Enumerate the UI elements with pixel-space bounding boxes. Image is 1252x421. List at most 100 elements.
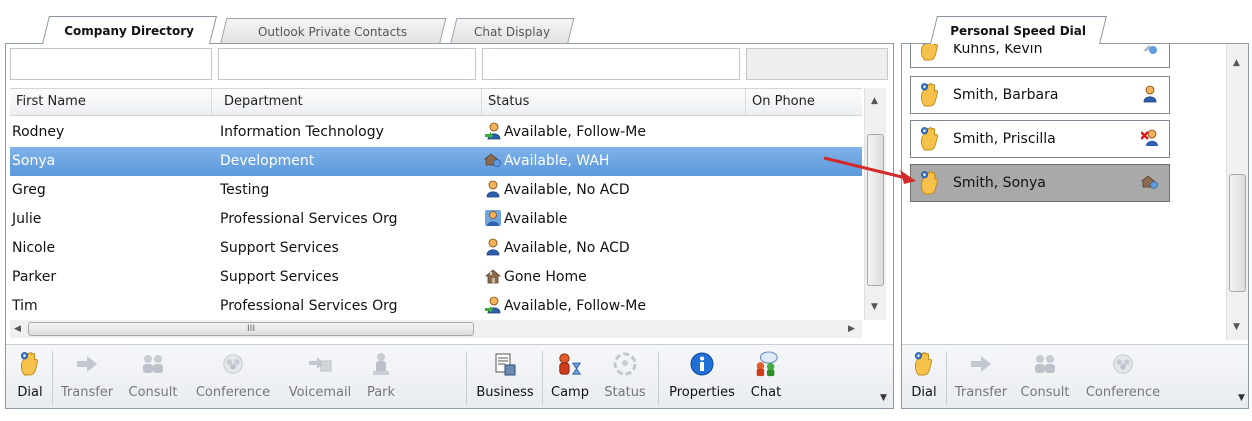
speed-dial-list: Kuhns, Kevin Smith, Barbara Smith, Prisc… <box>902 44 1224 342</box>
column-header-department[interactable]: Department <box>218 89 482 115</box>
scroll-down-icon[interactable]: ▼ <box>871 302 878 312</box>
first-name-cell: Julie <box>12 211 42 227</box>
info-icon <box>690 352 714 376</box>
status-text: Available, No ACD <box>504 182 630 198</box>
tab-outlook-private-contacts[interactable]: Outlook Private Contacts <box>220 18 447 44</box>
directory-row[interactable]: Greg Testing Available, No ACD <box>10 176 862 205</box>
dial-button[interactable]: Dial <box>906 349 942 407</box>
business-label: Business <box>476 385 534 400</box>
hand-phone-icon <box>919 125 941 153</box>
directory-row[interactable]: Julie Professional Services Org Availabl… <box>10 205 862 234</box>
toolbar-separator <box>658 351 659 405</box>
consult-icon <box>1035 355 1055 373</box>
tab-chat-display[interactable]: Chat Display <box>450 18 575 44</box>
home-work-icon <box>1141 173 1159 191</box>
status-text: Available, No ACD <box>504 240 630 256</box>
park-button[interactable]: Park <box>360 349 402 407</box>
annotation-arrow <box>823 156 916 184</box>
phone-status-icon <box>1141 44 1159 57</box>
toolbar-overflow-icon[interactable]: ▼ <box>1238 393 1245 403</box>
transfer-button[interactable]: Transfer <box>58 349 116 407</box>
scroll-left-icon[interactable]: ◀ <box>14 324 21 334</box>
toolbar-separator <box>52 351 53 405</box>
consult-button[interactable]: Consult <box>124 349 182 407</box>
speed-dial-item[interactable]: Kuhns, Kevin <box>910 44 1170 68</box>
conference-label: Conference <box>195 385 271 400</box>
status-cell: Available, Follow-Me <box>484 292 646 321</box>
speed-dial-item[interactable]: Smith, Barbara <box>910 76 1170 114</box>
chat-label: Chat <box>750 385 782 400</box>
directory-row[interactable]: Tim Professional Services Org Available,… <box>10 292 862 321</box>
column-header-first-name[interactable]: First Name <box>10 89 212 115</box>
scroll-up-icon[interactable]: ▲ <box>871 96 878 106</box>
tab-company-directory[interactable]: Company Directory <box>42 16 217 44</box>
speed-dial-vertical-scrollbar[interactable]: ▲ ▼ <box>1226 44 1248 340</box>
arrow-right-icon <box>971 356 991 372</box>
status-text: Available, WAH <box>504 153 610 169</box>
department-cell: Development <box>220 153 315 169</box>
hand-phone-icon <box>919 44 941 63</box>
chat-button[interactable]: Chat <box>744 349 788 407</box>
properties-button[interactable]: Properties <box>664 349 740 407</box>
consult-button[interactable]: Consult <box>1016 349 1074 407</box>
consult-label: Consult <box>128 385 178 400</box>
status-cell: Available, No ACD <box>484 176 630 205</box>
speed-dial-item-highlighted[interactable]: Smith, Sonya <box>910 164 1170 202</box>
directory-horizontal-scrollbar[interactable]: ◀ III ▶ <box>10 320 862 338</box>
business-card-icon <box>495 353 516 376</box>
filter-status-input[interactable] <box>482 48 740 80</box>
consult-label: Consult <box>1020 385 1070 400</box>
scroll-up-icon[interactable]: ▲ <box>1233 58 1240 68</box>
filter-on-phone-input[interactable] <box>746 48 888 80</box>
voicemail-button[interactable]: Voicemail <box>282 349 358 407</box>
conference-icon <box>1113 354 1133 374</box>
scroll-down-icon[interactable]: ▼ <box>1233 322 1240 332</box>
directory-header: First Name Department Status On Phone <box>10 88 862 116</box>
arrow-right-icon <box>77 356 97 372</box>
user-icon <box>1141 85 1159 103</box>
status-icon <box>613 352 637 376</box>
camp-button[interactable]: Camp <box>548 349 592 407</box>
speed-dial-item[interactable]: Smith, Priscilla <box>910 120 1170 158</box>
directory-row-selected[interactable]: Sonya Development Available, WAH <box>10 147 862 176</box>
horizontal-scroll-thumb[interactable]: III <box>28 322 474 336</box>
directory-row[interactable]: Parker Support Services Gone Home <box>10 263 862 292</box>
tab-personal-speed-dial[interactable]: Personal Speed Dial <box>930 16 1107 44</box>
status-label: Status <box>604 385 646 400</box>
directory-toolbar: Dial Transfer Consult Conference Voicema… <box>6 344 893 408</box>
dial-button[interactable]: Dial <box>12 349 48 407</box>
directory-vertical-scrollbar[interactable]: ▲ ▼ <box>864 88 886 320</box>
filter-first-name-input[interactable] <box>10 48 212 80</box>
first-name-cell: Rodney <box>12 124 65 140</box>
status-text: Gone Home <box>504 269 587 285</box>
speed-dial-name: Kuhns, Kevin <box>953 44 1043 57</box>
directory-row[interactable]: Rodney Information Technology Available,… <box>10 118 862 147</box>
column-header-status[interactable]: Status <box>482 89 746 115</box>
toolbar-separator <box>542 351 543 405</box>
column-header-on-phone[interactable]: On Phone <box>746 89 862 115</box>
status-cell: Available, Follow-Me <box>484 118 646 147</box>
transfer-button[interactable]: Transfer <box>952 349 1010 407</box>
vertical-scroll-thumb[interactable] <box>1229 174 1246 292</box>
properties-label: Properties <box>669 385 735 400</box>
first-name-cell: Greg <box>12 182 46 198</box>
conference-button[interactable]: Conference <box>1080 349 1166 407</box>
first-name-cell: Tim <box>12 298 38 314</box>
business-button[interactable]: Business <box>472 349 538 407</box>
filter-department-input[interactable] <box>218 48 476 80</box>
user-icon <box>484 180 502 198</box>
first-name-cell: Parker <box>12 269 57 285</box>
speed-dial-name: Smith, Priscilla <box>953 131 1056 147</box>
conference-button[interactable]: Conference <box>190 349 276 407</box>
toolbar-overflow-icon[interactable]: ▼ <box>880 393 887 403</box>
status-button[interactable]: Status <box>600 349 650 407</box>
tab-chat-display-label: Chat Display <box>474 24 551 39</box>
department-cell: Support Services <box>220 240 339 256</box>
scroll-right-icon[interactable]: ▶ <box>848 324 855 334</box>
consult-icon <box>143 355 163 373</box>
dial-label: Dial <box>911 385 937 400</box>
home-work-icon <box>484 151 502 169</box>
speed-dial-toolbar: Dial Transfer Consult Conference ▼ <box>902 344 1248 408</box>
toolbar-separator <box>466 351 467 405</box>
directory-row[interactable]: Nicole Support Services Available, No AC… <box>10 234 862 263</box>
